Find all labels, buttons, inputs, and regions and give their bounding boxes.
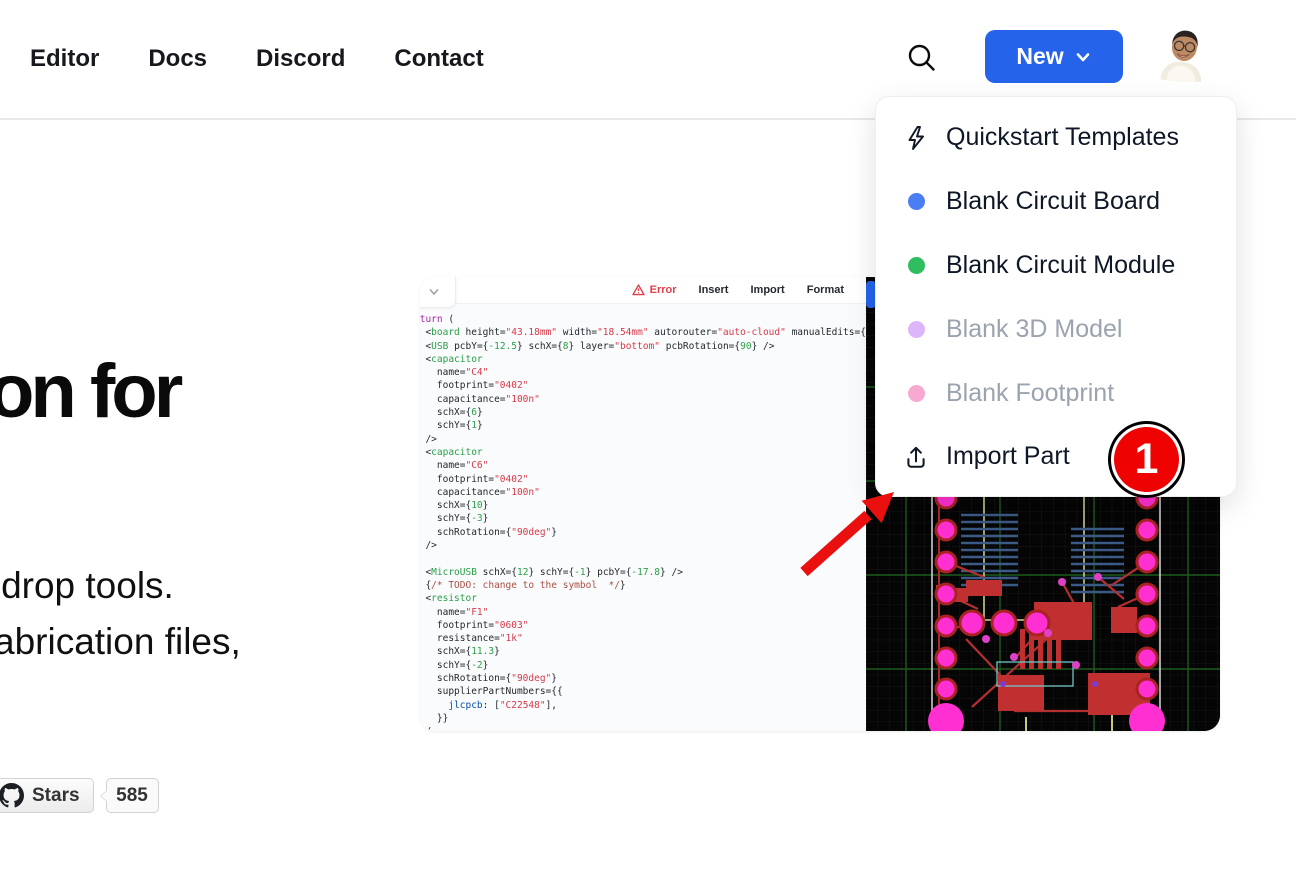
purple-dot-icon	[908, 321, 925, 338]
menu-item-quickstart-templates[interactable]: Quickstart Templates	[876, 106, 1236, 170]
nav-link-docs[interactable]: Docs	[148, 45, 207, 73]
new-dropdown-menu: Quickstart Templates Blank Circuit Board…	[875, 96, 1237, 497]
new-button[interactable]: New	[985, 30, 1123, 83]
nav-links: Editor Docs Discord Contact	[30, 0, 484, 118]
editor-menu-format: Format	[807, 284, 844, 296]
annotation-step-badge: 1	[1108, 421, 1185, 498]
chevron-down-icon	[1074, 48, 1092, 66]
search-icon[interactable]	[905, 41, 939, 75]
hero-paragraph-line-1: 'drop tools.	[0, 558, 241, 614]
nav-link-editor[interactable]: Editor	[30, 45, 99, 73]
lightning-icon	[901, 125, 931, 151]
green-dot-icon	[908, 257, 925, 274]
editor-file-dropdown	[420, 277, 456, 308]
nav-link-discord[interactable]: Discord	[256, 45, 345, 73]
pink-dot-icon	[908, 385, 925, 402]
menu-item-blank-circuit-board[interactable]: Blank Circuit Board	[876, 170, 1236, 234]
editor-menu-insert: Insert	[699, 284, 729, 296]
github-octocat-icon	[0, 783, 24, 808]
editor-toolbar: Error Insert Import Format	[420, 277, 866, 304]
warning-icon	[632, 284, 645, 296]
menu-item-blank-3d-model[interactable]: Blank 3D Model	[876, 297, 1236, 361]
new-button-label: New	[1016, 43, 1063, 70]
avatar[interactable]	[1157, 27, 1211, 82]
nav-link-contact[interactable]: Contact	[394, 45, 483, 73]
github-stars-widget: Stars 585	[0, 778, 159, 813]
annotation-arrow-icon	[790, 468, 915, 583]
github-star-count[interactable]: 585	[106, 778, 159, 813]
hero-paragraph: 'drop tools. abrication files,	[0, 558, 241, 670]
blue-dot-icon	[908, 193, 925, 210]
github-stars-label: Stars	[32, 785, 80, 807]
hero-paragraph-line-2: abrication files,	[0, 614, 241, 670]
upload-icon	[901, 444, 931, 470]
hero-heading-fragment: on for	[0, 348, 179, 435]
editor-menu-import: Import	[750, 284, 784, 296]
menu-item-blank-footprint[interactable]: Blank Footprint	[876, 361, 1236, 425]
github-stars-button[interactable]: Stars	[0, 778, 94, 813]
chevron-down-icon	[429, 288, 439, 296]
error-indicator: Error	[632, 284, 677, 296]
menu-item-blank-circuit-module[interactable]: Blank Circuit Module	[876, 234, 1236, 298]
